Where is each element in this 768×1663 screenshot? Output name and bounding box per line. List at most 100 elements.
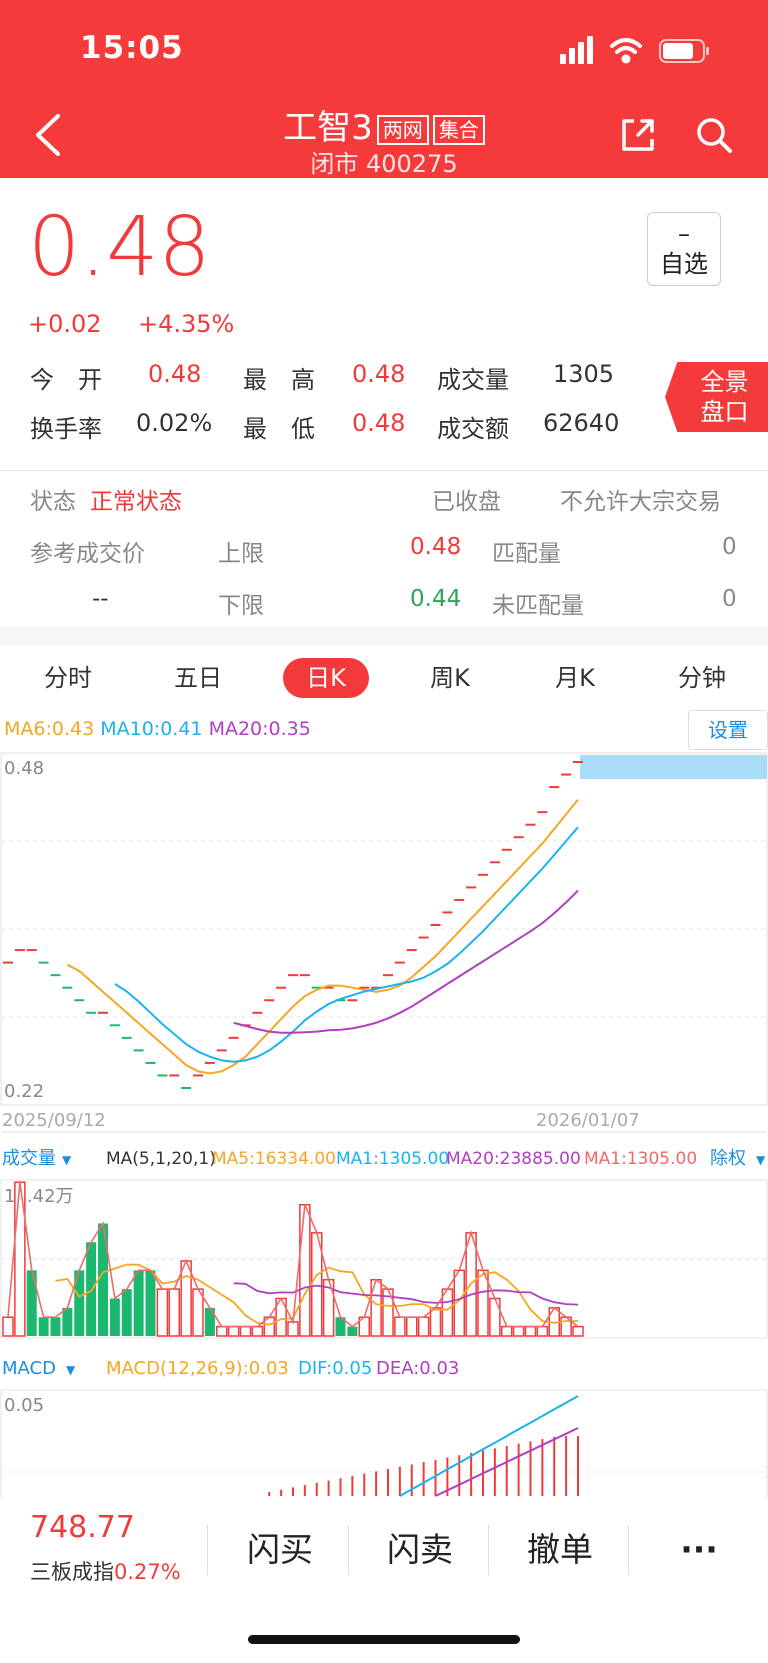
candle [454, 898, 465, 901]
candle [549, 786, 560, 789]
volume-bar [524, 1325, 537, 1337]
exright-dropdown-icon[interactable]: ▼ [756, 1153, 766, 1167]
macd-bar [493, 1448, 496, 1496]
volume-bar [347, 1326, 358, 1336]
tab-monthly-k[interactable]: 月K [533, 658, 617, 698]
divider [207, 1525, 208, 1575]
candle [264, 999, 275, 1002]
ma10-value: MA10:0.41 [100, 718, 203, 740]
volume-bar [501, 1325, 513, 1337]
status-time: 15:05 [80, 30, 184, 66]
macd-bar [280, 1489, 283, 1496]
candle [418, 936, 429, 939]
ma6-value: MA6:0.43 [4, 718, 95, 740]
tab-weekly-k[interactable]: 周K [408, 658, 492, 698]
volume-value: 1305 [553, 360, 615, 388]
volume-bar [572, 1325, 584, 1337]
ma20-line [233, 889, 579, 1034]
dif-line [399, 1395, 579, 1497]
macd-bar [339, 1478, 342, 1496]
share-icon[interactable] [618, 115, 658, 155]
candle [86, 1011, 97, 1014]
macd-dropdown-icon[interactable]: ▼ [66, 1363, 76, 1377]
candle [62, 986, 73, 989]
volume-bar [86, 1242, 97, 1336]
macd-frame [0, 1389, 768, 1498]
volume-bar [168, 1288, 180, 1337]
amount-value: 62640 [543, 409, 620, 437]
volume-bar [227, 1325, 240, 1337]
matched-value: 0 [722, 534, 737, 560]
high-label: 最 高 [243, 366, 315, 394]
watchlist-button[interactable]: – 自选 [647, 212, 721, 286]
search-icon[interactable] [694, 115, 734, 155]
chart-canvas: 0.48 0.22 2025/09/12 2026/01/07 成交量 ▼ MA… [0, 752, 768, 1498]
candle [26, 949, 37, 952]
low-label: 最 低 [243, 415, 315, 443]
tab-five-day[interactable]: 五日 [156, 658, 240, 698]
macd-bars [268, 1436, 579, 1496]
flash-sell-button[interactable]: 闪卖 [350, 1520, 490, 1580]
macd-bar [434, 1459, 437, 1496]
candle [489, 861, 500, 864]
candle [478, 873, 488, 876]
macd-params: MACD(12,26,9):0.03 [106, 1358, 289, 1379]
panorama-button[interactable]: 全景 盘口 [665, 362, 768, 432]
candle [573, 761, 583, 763]
index-name: 三板成指 [30, 1560, 114, 1584]
volume-title[interactable]: 成交量 [2, 1148, 56, 1169]
volume-params: MA(5,1,20,1) [106, 1149, 216, 1169]
more-icon[interactable]: ··· [630, 1520, 768, 1580]
candle [299, 974, 310, 977]
index-name-row[interactable]: 三板成指0.27% [30, 1556, 181, 1586]
cancel-order-button[interactable]: 撤单 [490, 1520, 630, 1580]
tab-intraday[interactable]: 分时 [26, 658, 110, 698]
candle [430, 924, 441, 926]
volume-bar [299, 1203, 311, 1337]
x-end-date: 2026/01/07 [536, 1110, 640, 1131]
candle [145, 1061, 156, 1064]
market-status: 闭市 [310, 150, 359, 178]
volume-bar [536, 1325, 549, 1337]
volume-bar [38, 1317, 49, 1336]
candle [3, 961, 13, 964]
macd-bar [292, 1487, 294, 1496]
candle [38, 961, 49, 964]
high-value: 0.48 [352, 360, 406, 388]
candle [276, 986, 287, 989]
home-indicator [248, 1635, 520, 1644]
kline-y-bottom: 0.22 [4, 1081, 44, 1102]
macd-title[interactable]: MACD [2, 1358, 56, 1379]
volume-bar [109, 1298, 120, 1336]
tab-daily-k[interactable]: 日K [283, 658, 369, 698]
ma-legend: MA6:0.43 MA10:0.41 MA20:0.35 [4, 718, 311, 740]
volume-ma1b: MA1:1305.00 [584, 1149, 697, 1169]
macd-top-label: 0.05 [4, 1395, 44, 1416]
candle [204, 1061, 215, 1064]
macd-bar [315, 1482, 318, 1496]
tab-minute[interactable]: 分钟 [660, 658, 744, 698]
volume-bar [133, 1270, 144, 1336]
volume-bar [192, 1288, 204, 1337]
stock-name: 工智3 [283, 108, 373, 148]
volume-bar [417, 1316, 430, 1337]
turnover-label: 换手率 [30, 415, 102, 443]
macd-dea: DEA:0.03 [376, 1358, 459, 1379]
macd-dif: DIF:0.05 [298, 1358, 372, 1379]
macd-bar [422, 1462, 425, 1496]
tag-two-network: 两网 [376, 114, 429, 145]
volume-dropdown-icon[interactable]: ▼ [62, 1153, 72, 1167]
watchlist-symbol: – [678, 220, 690, 248]
macd-bar [327, 1480, 330, 1496]
signal-icon [560, 36, 593, 64]
volume-ma20: MA20:23885.00 [446, 1149, 581, 1169]
flash-buy-button[interactable]: 闪买 [210, 1520, 350, 1580]
volume-bar [287, 1321, 299, 1337]
lower-limit-label: 下限 [218, 593, 264, 619]
index-value[interactable]: 748.77 [30, 1510, 135, 1545]
macd-bar [517, 1443, 520, 1496]
exright-button[interactable]: 除权 [710, 1148, 746, 1169]
setting-button[interactable]: 设置 [688, 710, 768, 750]
lower-limit-value: 0.44 [410, 586, 462, 612]
closed-status: 已收盘 [432, 489, 501, 515]
